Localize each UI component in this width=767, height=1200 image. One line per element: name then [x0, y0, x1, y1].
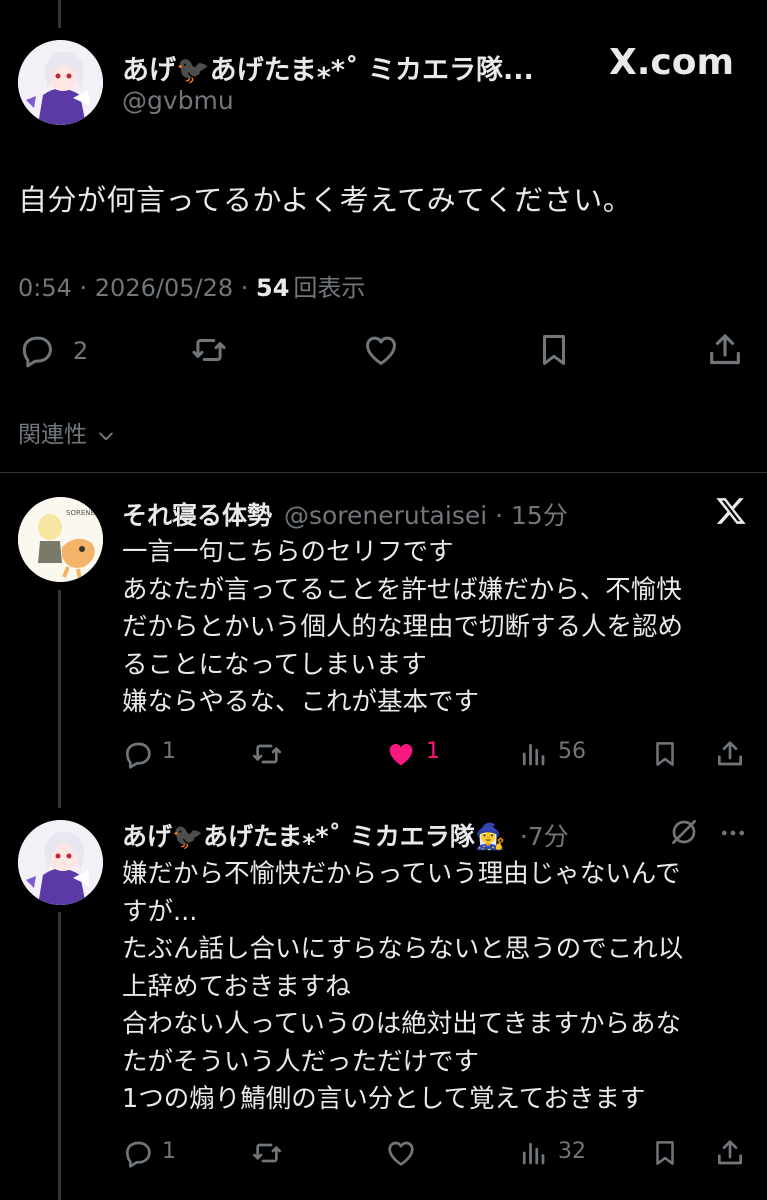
chevron-down-icon	[96, 426, 116, 446]
display-name[interactable]: あげ🐦‍⬛あげたま⁎*˚ ミカエラ隊...	[122, 48, 534, 87]
more-icon[interactable]	[718, 818, 748, 848]
like-icon[interactable]	[361, 331, 401, 369]
site-label: X.com	[609, 42, 735, 83]
share-icon[interactable]	[714, 1136, 746, 1170]
like-icon[interactable]	[384, 1137, 418, 1169]
reply-time[interactable]: ·7分	[520, 822, 569, 851]
reply-count: 1	[162, 1139, 176, 1164]
reply-header: あげ🐦‍⬛あげたま⁎*˚ ミカエラ隊🧙‍♀️ ·7分	[122, 817, 569, 853]
reply-icon[interactable]	[18, 331, 56, 369]
timestamp[interactable]: 0:54 · 2026/05/28 ·	[18, 274, 256, 302]
reply-line: ることになってしまいます	[122, 649, 427, 680]
relevance-sort[interactable]: 関連性	[18, 415, 116, 449]
views-icon[interactable]	[518, 1137, 548, 1169]
tweet-text: 自分が何言ってるかよく考えてみてください。	[18, 183, 633, 217]
reply-text: 嫌だから不愉快だからっていう理由じゃないんで すが... たぶん話し合いにすらな…	[122, 856, 683, 1119]
reply-line: 1つの煽り鯖側の言い分として覚えておきます	[122, 1084, 646, 1114]
avatar-image	[18, 820, 103, 905]
reply-time[interactable]: · 15分	[495, 501, 568, 530]
thread-connector	[58, 912, 61, 1200]
avatar-image: SORENERU	[18, 497, 103, 582]
thread-connector-top	[58, 0, 61, 28]
bookmark-icon[interactable]	[650, 737, 680, 771]
grok-icon[interactable]	[668, 816, 700, 848]
reply-display-name[interactable]: あげ🐦‍⬛あげたま⁎*˚ ミカエラ隊🧙‍♀️	[122, 822, 506, 851]
reply-line: すが...	[122, 896, 198, 927]
reply-count: 1	[162, 739, 176, 764]
svg-text:SORENERU: SORENERU	[66, 509, 103, 517]
reply-line: たぶん話し合いにすらならないと思うのでこれ以	[122, 934, 684, 964]
like-icon-filled[interactable]	[384, 738, 418, 770]
avatar-image	[18, 40, 103, 125]
tweet-meta: 0:54 · 2026/05/28 · 54 回表示	[18, 268, 365, 303]
reply-handle[interactable]: @sorenerutaisei	[284, 501, 487, 530]
reply-line: 一言一句こちらのセリフです	[122, 537, 454, 567]
repost-icon[interactable]	[250, 738, 284, 770]
handle[interactable]: @gvbmu	[122, 86, 234, 115]
share-icon[interactable]	[714, 737, 746, 771]
divider	[0, 472, 767, 473]
thread-connector	[58, 590, 61, 808]
view-count: 56	[558, 739, 586, 764]
view-count: 32	[558, 1139, 586, 1164]
avatar[interactable]	[18, 40, 103, 125]
x-logo-icon	[715, 495, 747, 527]
reply-avatar[interactable]: SORENERU	[18, 497, 103, 582]
reply-line: 嫌ならやるな、これが基本です	[122, 687, 480, 717]
reply-line: あなたが言ってることを許せば嫌だから、不愉快	[122, 574, 682, 605]
reply-icon[interactable]	[122, 1137, 154, 1169]
reply-count: 2	[73, 337, 89, 365]
reply-icon[interactable]	[122, 738, 154, 770]
reply-avatar[interactable]	[18, 820, 103, 905]
share-icon[interactable]	[705, 330, 745, 370]
reply-line: たがそういう人だっただけです	[122, 1046, 480, 1077]
relevance-label: 関連性	[18, 422, 87, 448]
views-label: 回表示	[293, 274, 366, 302]
views-count: 54	[256, 274, 290, 302]
reply-header: それ寝る体勢 @sorenerutaisei · 15分	[122, 496, 568, 532]
repost-icon[interactable]	[189, 331, 229, 369]
like-count: 1	[426, 739, 440, 764]
bookmark-icon[interactable]	[650, 1136, 680, 1170]
reply-line: だからとかいう個人的な理由で切断する人を認め	[122, 612, 684, 642]
reply-text: 一言一句こちらのセリフです あなたが言ってることを許せば嫌だから、不愉快 だから…	[122, 534, 683, 722]
reply-display-name[interactable]: それ寝る体勢	[122, 501, 272, 530]
reply-line: 嫌だから不愉快だからっていう理由じゃないんで	[122, 859, 681, 889]
reply-line: 合わない人っていうのは絶対出てきますからあな	[122, 1009, 681, 1039]
repost-icon[interactable]	[250, 1137, 284, 1169]
views-icon[interactable]	[518, 738, 548, 770]
reply-line: 上辞めておきますね	[122, 971, 351, 1002]
bookmark-icon[interactable]	[535, 330, 573, 370]
